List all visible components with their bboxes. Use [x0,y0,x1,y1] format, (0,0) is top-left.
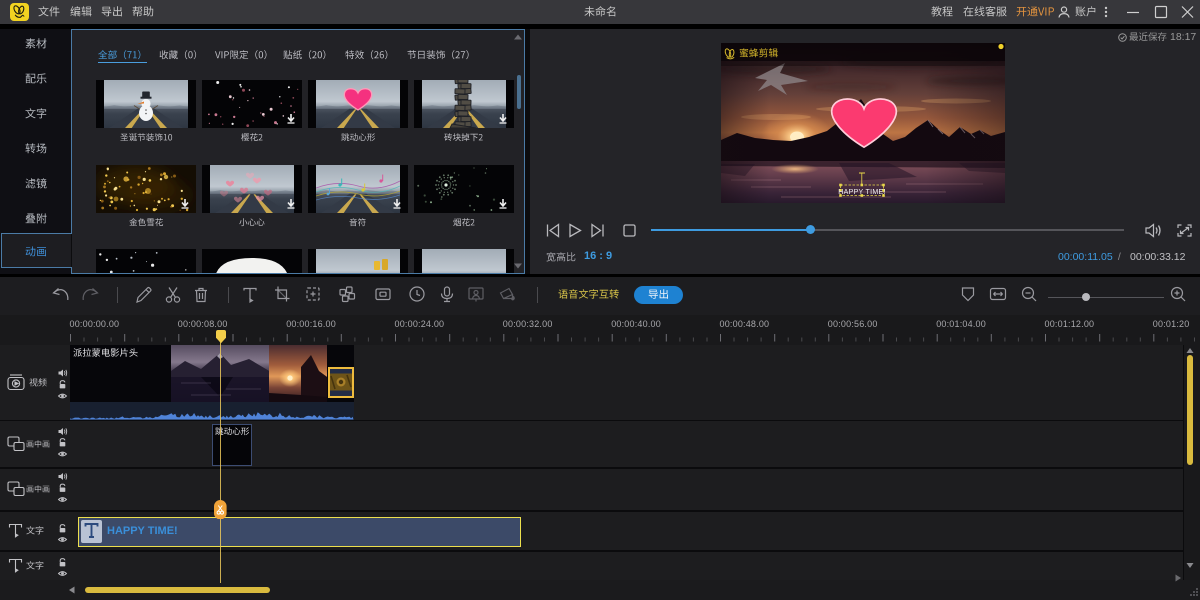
svg-text:HAPPY TIME!: HAPPY TIME! [838,188,885,195]
